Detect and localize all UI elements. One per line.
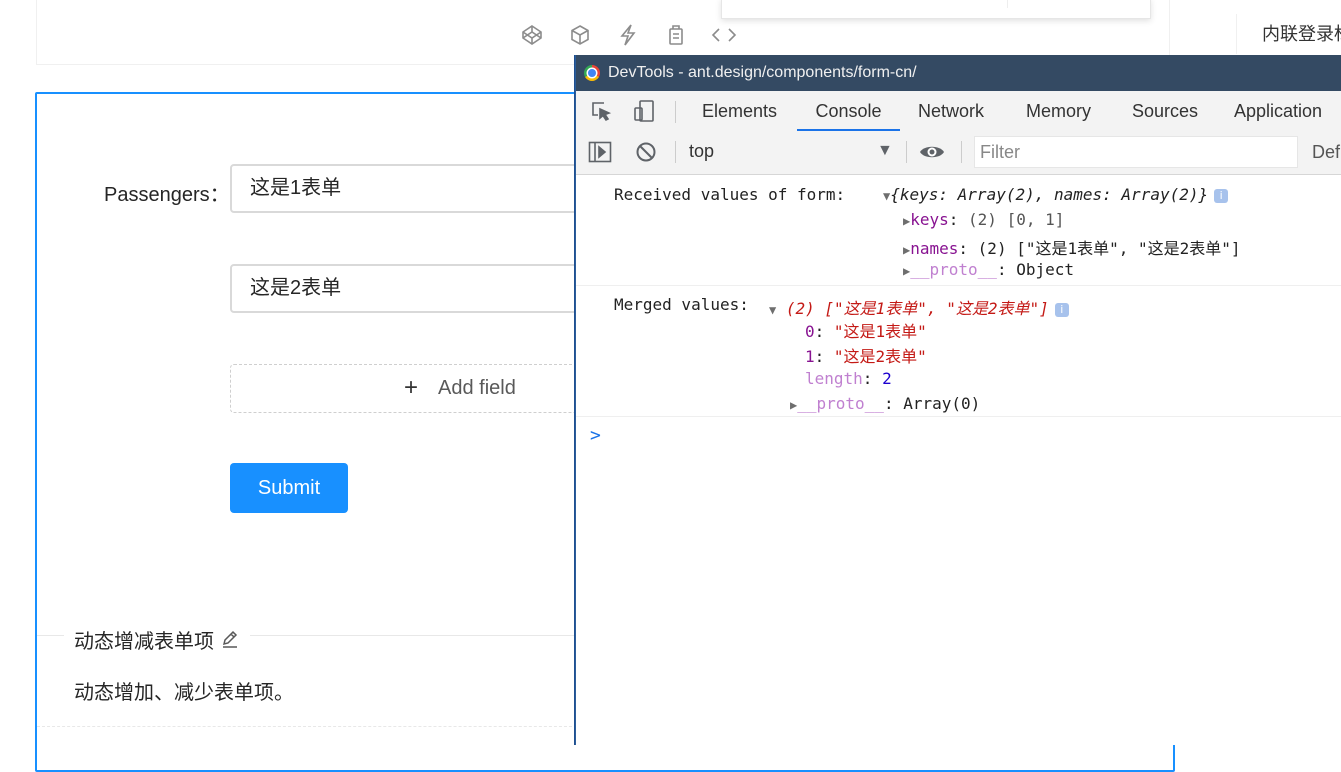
console-toolbar: top ▼ Filter Def: [576, 131, 1341, 175]
show-sidebar-icon[interactable]: [587, 140, 613, 164]
console-prompt[interactable]: >: [590, 425, 601, 446]
copy-icon[interactable]: [662, 22, 690, 48]
tab-memory[interactable]: Memory: [1026, 91, 1091, 131]
devtools-titlebar[interactable]: DevTools - ant.design/components/form-cn…: [576, 55, 1341, 91]
codepen-icon[interactable]: [518, 22, 546, 48]
stackblitz-icon[interactable]: [614, 22, 642, 48]
anchor-rail: [1236, 14, 1237, 54]
log-levels-dropdown[interactable]: Def: [1312, 142, 1340, 163]
demo-meta-title: 动态增减表单项: [64, 624, 250, 654]
array-item-1: 1: "这是2表单": [805, 347, 927, 366]
property-keys[interactable]: ▶keys: (2) [0, 1]: [903, 210, 1064, 229]
property-names[interactable]: ▶names: (2) ["这是1表单", "这是2表单"]: [903, 235, 1241, 259]
console-row-divider: [576, 416, 1341, 417]
plus-icon: +: [404, 374, 419, 401]
passenger-input-1[interactable]: 这是1表单: [230, 164, 610, 213]
expand-code-icon[interactable]: [710, 22, 738, 48]
console-row-divider: [576, 285, 1341, 286]
devtools-window: DevTools - ant.design/components/form-cn…: [575, 55, 1341, 745]
array-proto[interactable]: ▶__proto__: Array(0): [790, 394, 980, 413]
property-proto[interactable]: ▶__proto__: Object: [903, 260, 1074, 279]
chrome-logo-icon: [584, 65, 600, 81]
tab-console[interactable]: Console: [797, 91, 900, 131]
toolbar-separator: [675, 141, 676, 163]
tab-network[interactable]: Network: [918, 91, 984, 131]
info-icon: i: [1214, 189, 1229, 203]
add-field-label: Add field: [438, 377, 516, 399]
dropdown-caret-icon: ▼: [877, 142, 893, 159]
console-filter-input[interactable]: Filter: [974, 136, 1298, 168]
anchor-link-inline-login[interactable]: 内联登录标: [1262, 20, 1341, 46]
code-actions-bar: [518, 22, 738, 48]
log-message-prefix: Merged values:: [614, 295, 759, 314]
device-toolbar-icon[interactable]: [631, 99, 657, 123]
tooltip-popover: [721, 0, 1151, 19]
live-expression-eye-icon[interactable]: [919, 140, 945, 164]
tab-elements[interactable]: Elements: [702, 91, 777, 131]
tab-sources[interactable]: Sources: [1132, 91, 1198, 131]
passenger-input-2[interactable]: 这是2表单: [230, 264, 610, 313]
submit-button[interactable]: Submit: [230, 463, 348, 513]
array-item-0: 0: "这是1表单": [805, 322, 927, 341]
inspect-element-icon[interactable]: [588, 99, 614, 123]
toolbar-separator: [906, 141, 907, 163]
array-summary[interactable]: ▼ (2) ["这是1表单", "这是2表单"] i: [769, 295, 1069, 319]
expanded-triangle-icon: ▼: [769, 303, 777, 317]
demo-description: 动态增加、减少表单项。: [74, 682, 294, 704]
javascript-context-select[interactable]: top ▼: [689, 141, 899, 165]
demo-title[interactable]: 动态增减表单项: [74, 625, 214, 654]
context-value: top: [689, 141, 715, 161]
clear-console-icon[interactable]: [633, 140, 659, 164]
codesandbox-icon[interactable]: [566, 22, 594, 48]
console-output: Received values of form: ▼{keys: Array(2…: [576, 175, 1341, 745]
toolbar-separator: [675, 101, 676, 123]
array-length: length: 2: [805, 369, 892, 388]
demo-code-divider: [37, 726, 577, 727]
tab-application[interactable]: Application: [1234, 91, 1322, 131]
devtools-window-title: DevTools - ant.design/components/form-cn…: [608, 64, 917, 81]
info-icon: i: [1054, 303, 1069, 317]
log-message-prefix: Received values of form:: [614, 185, 855, 204]
edit-icon[interactable]: [220, 629, 240, 649]
object-summary[interactable]: ▼{keys: Array(2), names: Array(2)} i: [883, 185, 1229, 204]
toolbar-separator: [961, 141, 962, 163]
devtools-tab-bar: Elements Console Network Memory Sources …: [576, 91, 1341, 132]
add-field-button[interactable]: + Add field: [230, 364, 610, 413]
passengers-label: Passengers：: [104, 184, 230, 206]
